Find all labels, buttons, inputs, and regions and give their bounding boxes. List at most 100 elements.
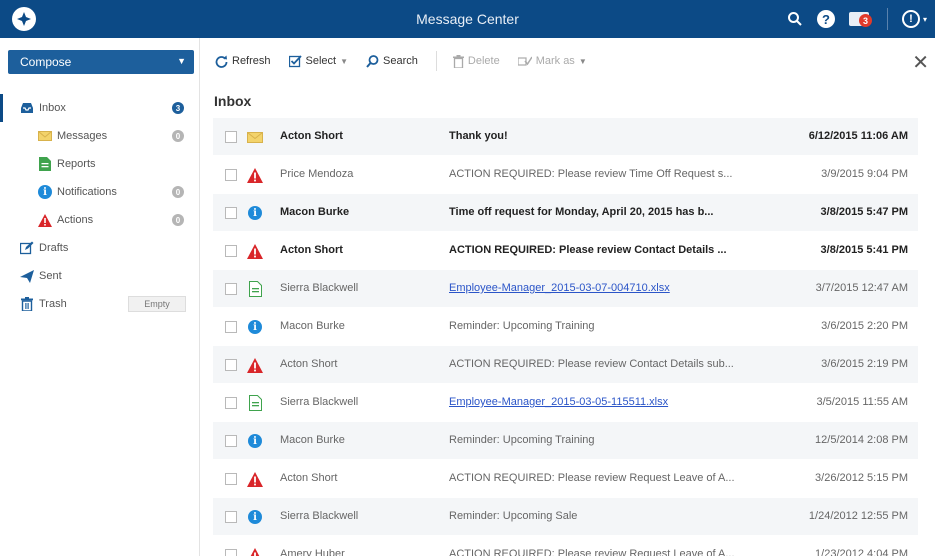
search-icon[interactable] — [787, 11, 803, 27]
chevron-down-icon: ▾ — [922, 14, 927, 24]
message-date: 3/9/2015 9:04 PM — [821, 168, 908, 180]
row-checkbox[interactable] — [225, 359, 237, 371]
envelope-icon — [247, 129, 263, 145]
mark-as-dropdown[interactable]: Mark as ▼ — [517, 55, 587, 67]
sidebar-item-label: Trash — [39, 298, 67, 310]
trash-icon — [452, 54, 464, 68]
help-icon[interactable]: ? — [816, 10, 835, 28]
user-menu[interactable]: ! ▾ — [901, 10, 927, 28]
report-icon — [247, 395, 263, 411]
table-row[interactable]: i Macon Burke Reminder: Upcoming Training 3… — [213, 308, 918, 346]
warning-icon — [38, 213, 52, 227]
mark-as-icon — [517, 56, 532, 66]
row-checkbox[interactable] — [225, 283, 237, 295]
attachment-link[interactable]: Employee-Manager_2015-03-07-004710.xlsx — [449, 282, 769, 294]
row-checkbox[interactable] — [225, 207, 237, 219]
search-icon — [366, 54, 379, 68]
message-toolbar: Refresh Select ▼ Search Delete Mark as ▼… — [200, 38, 935, 84]
attachment-link[interactable]: Employee-Manager_2015-03-05-115511.xlsx — [449, 396, 769, 408]
close-icon[interactable]: ✕ — [912, 50, 929, 75]
user-icon: ! — [901, 10, 920, 28]
sidebar-item-notifications[interactable]: i Notifications 0 — [0, 178, 200, 206]
sidebar-item-label: Sent — [39, 270, 62, 282]
search-button[interactable]: Search — [366, 54, 418, 68]
table-row[interactable]: Acton Short ACTION REQUIRED: Please revie… — [213, 460, 918, 498]
row-checkbox[interactable] — [225, 169, 237, 181]
message-subject: ACTION REQUIRED: Please review Contact D… — [449, 358, 734, 370]
sender-name: Sierra Blackwell — [280, 282, 359, 294]
sidebar-item-label: Reports — [57, 158, 96, 170]
sidebar-item-reports[interactable]: Reports — [0, 150, 200, 178]
sender-name: Macon Burke — [280, 206, 350, 218]
row-checkbox[interactable] — [225, 435, 237, 447]
row-checkbox[interactable] — [225, 511, 237, 523]
sidebar-item-drafts[interactable]: Drafts — [0, 234, 200, 262]
sidebar-item-sent[interactable]: Sent — [0, 262, 200, 290]
message-date: 3/7/2015 12:47 AM — [815, 282, 908, 294]
refresh-icon — [215, 55, 228, 68]
folder-nav: Inbox 3 Messages 0 Reports i Notificatio… — [0, 94, 200, 318]
chevron-down-icon: ▼ — [340, 56, 349, 66]
toolbar-divider — [435, 51, 437, 71]
sidebar-item-inbox[interactable]: Inbox 3 — [0, 94, 200, 122]
send-icon — [20, 269, 34, 283]
table-row[interactable]: i Sierra Blackwell Reminder: Upcoming Sale… — [213, 498, 918, 536]
notifications-mail-icon[interactable]: 3 — [848, 9, 873, 29]
table-row[interactable]: Acton Short ACTION REQUIRED: Please revie… — [213, 346, 918, 384]
table-row[interactable]: Sierra Blackwell Employee-Manager_2015-03… — [213, 270, 918, 308]
warning-icon — [247, 547, 263, 556]
count-badge: 0 — [172, 214, 184, 226]
table-row[interactable]: Sierra Blackwell Employee-Manager_2015-03… — [213, 384, 918, 422]
select-dropdown[interactable]: Select ▼ — [288, 54, 349, 68]
message-date: 3/8/2015 5:47 PM — [820, 206, 908, 218]
message-subject: Reminder: Upcoming Training — [449, 434, 595, 446]
report-icon — [38, 157, 52, 171]
row-checkbox[interactable] — [225, 473, 237, 485]
message-subject: Reminder: Upcoming Training — [449, 320, 595, 332]
delete-button[interactable]: Delete — [452, 54, 500, 68]
row-checkbox[interactable] — [225, 245, 237, 257]
inbox-icon — [20, 101, 34, 115]
warning-icon — [247, 167, 263, 183]
unread-count-badge: 3 — [172, 102, 184, 114]
message-subject: Thank you! — [449, 130, 508, 142]
row-checkbox[interactable] — [225, 397, 237, 409]
sidebar-item-actions[interactable]: Actions 0 — [0, 206, 200, 234]
mail-count-badge: 3 — [858, 14, 872, 27]
count-badge: 0 — [172, 130, 184, 142]
sidebar-item-trash[interactable]: Trash Empty — [0, 290, 200, 318]
sender-name: Sierra Blackwell — [280, 396, 359, 408]
compose-button[interactable]: Compose ▼ — [8, 50, 194, 74]
message-list-panel: Inbox Acton Short Thank you! 6/12/2015 11:… — [200, 84, 935, 556]
envelope-icon — [38, 129, 52, 143]
sender-name: Macon Burke — [280, 320, 345, 332]
compose-dropdown-icon[interactable]: ▼ — [177, 56, 186, 66]
sidebar-item-label: Actions — [57, 214, 94, 226]
empty-trash-button[interactable]: Empty — [128, 296, 186, 312]
sidebar-item-messages[interactable]: Messages 0 — [0, 122, 200, 150]
info-icon: i — [247, 319, 263, 335]
header-divider — [886, 8, 888, 30]
sidebar-item-label: Inbox — [39, 102, 66, 114]
table-row[interactable]: Price Mendoza ACTION REQUIRED: Please rev… — [213, 156, 918, 194]
table-row[interactable]: Amery Huber ACTION REQUIRED: Please revie… — [213, 536, 918, 556]
info-icon: i — [38, 185, 52, 199]
sidebar-item-label: Messages — [57, 130, 108, 142]
trash-icon — [20, 297, 34, 311]
message-subject: ACTION REQUIRED: Please review Contact D… — [449, 244, 727, 256]
sidebar-item-label: Drafts — [39, 242, 69, 254]
table-row[interactable]: i Macon Burke Time off request for Monday,… — [213, 194, 918, 232]
info-icon: i — [247, 509, 263, 525]
table-row[interactable]: Acton Short Thank you! 6/12/2015 11:06 AM — [213, 118, 918, 156]
row-checkbox[interactable] — [225, 131, 237, 143]
row-checkbox[interactable] — [225, 321, 237, 333]
message-subject: ACTION REQUIRED: Please review Request L… — [449, 472, 735, 484]
sender-name: Acton Short — [280, 472, 338, 484]
table-row[interactable]: Acton Short ACTION REQUIRED: Please revie… — [213, 232, 918, 270]
table-row[interactable]: i Macon Burke Reminder: Upcoming Training 1… — [213, 422, 918, 460]
refresh-button[interactable]: Refresh — [215, 55, 271, 68]
message-subject: ACTION REQUIRED: Please review Time Off … — [449, 168, 733, 180]
row-checkbox[interactable] — [225, 549, 237, 556]
chevron-down-icon: ▼ — [578, 56, 587, 66]
message-date: 3/6/2015 2:19 PM — [821, 358, 908, 370]
